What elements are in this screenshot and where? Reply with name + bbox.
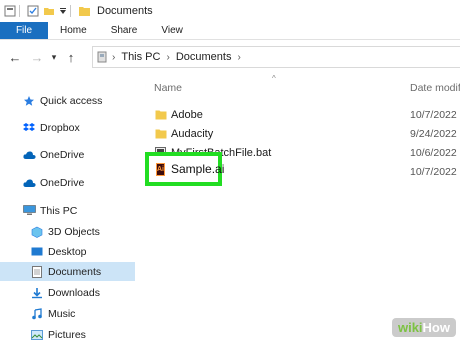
sort-ascending-icon: ^	[272, 74, 276, 83]
separator	[70, 5, 71, 17]
file-date: 9/24/2022	[410, 128, 457, 140]
navigation-bar: ← → ▾ ↑ › This PC › Documents ›	[0, 40, 460, 74]
sidebar-item-label: Quick access	[40, 94, 103, 107]
sidebar-item-onedrive[interactable]: OneDrive	[22, 173, 84, 192]
folder-icon	[155, 128, 167, 142]
chevron-right-icon[interactable]: ›	[112, 52, 115, 63]
sidebar-item-pictures[interactable]: Pictures	[30, 325, 86, 341]
illustrator-file-icon: Ai	[156, 162, 165, 176]
sidebar-item-label: Pictures	[48, 328, 86, 341]
cloud-icon	[22, 148, 36, 162]
sidebar-item-label: Documents	[48, 265, 102, 278]
sidebar-item-label: OneDrive	[40, 148, 85, 161]
forward-arrow-icon[interactable]: →	[26, 46, 48, 68]
watermark: wikiHow	[391, 318, 456, 337]
this-pc-icon	[97, 51, 107, 63]
file-date: 10/7/2022	[410, 109, 457, 121]
sidebar-item-quick-access[interactable]: Quick access	[22, 91, 102, 110]
sidebar-item-label: Dropbox	[40, 121, 80, 134]
sidebar-item-label: 3D Objects	[48, 225, 100, 238]
star-icon	[22, 94, 36, 108]
cube-icon	[30, 225, 44, 239]
file-list: ^ Name Date modifie Adobe 10/7/2022 Auda…	[135, 74, 460, 341]
title-bar: Documents	[0, 0, 460, 22]
breadcrumb-this-pc[interactable]: This PC	[121, 51, 160, 63]
music-note-icon	[30, 307, 44, 321]
tab-home[interactable]: Home	[48, 22, 99, 39]
file-date: 10/6/2022	[410, 147, 457, 159]
chevron-right-icon[interactable]: ›	[237, 52, 240, 63]
tab-file[interactable]: File	[0, 22, 48, 39]
document-icon	[30, 265, 44, 279]
sidebar-item-label: OneDrive	[40, 176, 85, 189]
new-folder-icon[interactable]	[43, 3, 55, 19]
address-box[interactable]: › This PC › Documents ›	[92, 46, 460, 68]
sidebar-item-onedrive[interactable]: OneDrive	[22, 145, 84, 164]
file-name: Sample.ai	[171, 162, 225, 176]
separator	[19, 5, 20, 17]
sidebar-item-desktop[interactable]: Desktop	[30, 242, 87, 261]
file-name: Adobe	[171, 109, 203, 121]
sidebar-item-dropbox[interactable]: Dropbox	[22, 118, 80, 137]
tab-view[interactable]: View	[149, 22, 195, 39]
file-date: 10/7/2022	[410, 166, 457, 178]
column-header-name[interactable]: Name	[154, 82, 182, 94]
customize-dropdown-icon[interactable]	[59, 3, 67, 19]
sidebar-item-downloads[interactable]: Downloads	[30, 283, 100, 302]
sidebar-item-label: Desktop	[48, 245, 87, 258]
sidebar-item-3d-objects[interactable]: 3D Objects	[30, 222, 100, 241]
window-icon[interactable]	[4, 3, 16, 19]
download-arrow-icon	[30, 286, 44, 300]
sidebar-item-music[interactable]: Music	[30, 304, 75, 323]
file-row-audacity[interactable]: Audacity 9/24/2022	[135, 125, 460, 143]
sidebar-item-label: Music	[48, 307, 76, 320]
file-row-adobe[interactable]: Adobe 10/7/2022	[135, 106, 460, 124]
tab-share[interactable]: Share	[99, 22, 150, 39]
sidebar-item-label: This PC	[40, 204, 78, 217]
navigation-pane: Quick access Dropbox OneDrive OneDrive T…	[0, 74, 135, 341]
sidebar-item-documents[interactable]: Documents	[0, 262, 135, 281]
file-name: Audacity	[171, 128, 214, 140]
breadcrumb-documents[interactable]: Documents	[176, 51, 232, 63]
ribbon-tabs: File Home Share View	[0, 22, 460, 40]
computer-icon	[22, 204, 36, 218]
up-arrow-icon[interactable]: ↑	[60, 46, 82, 68]
window-title: Documents	[97, 5, 153, 17]
desktop-icon	[30, 245, 44, 259]
cloud-icon	[22, 176, 36, 190]
chevron-right-icon[interactable]: ›	[166, 52, 169, 63]
sidebar-item-label: Downloads	[48, 286, 100, 299]
folder-icon	[155, 109, 167, 123]
dropbox-icon	[22, 121, 36, 135]
recent-locations-icon[interactable]: ▾	[48, 46, 60, 68]
picture-icon	[30, 328, 44, 341]
properties-icon[interactable]	[27, 3, 39, 19]
file-row-sample-ai[interactable]: Ai Sample.ai	[145, 152, 225, 186]
back-arrow-icon[interactable]: ←	[4, 46, 26, 68]
folder-icon	[78, 3, 91, 19]
sidebar-item-this-pc[interactable]: This PC	[22, 201, 77, 220]
column-header-date-modified[interactable]: Date modifie	[410, 82, 460, 94]
